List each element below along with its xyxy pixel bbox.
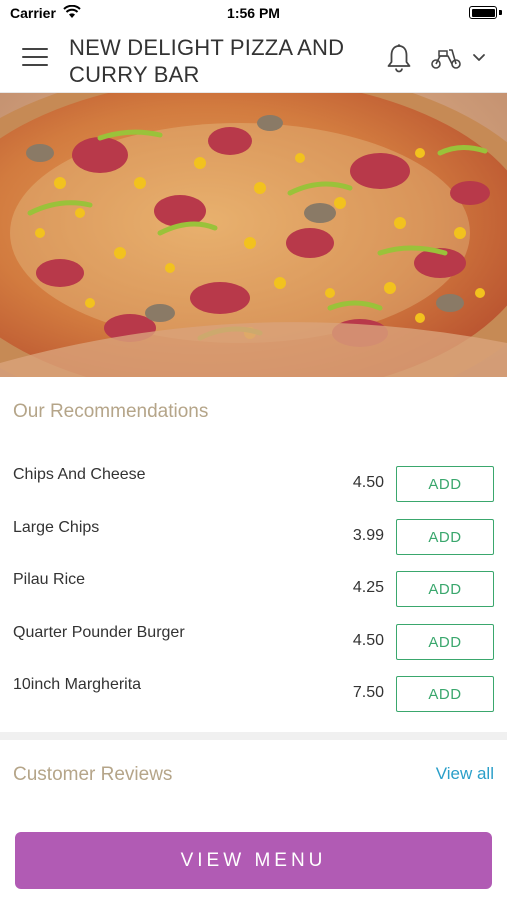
item-name: Chips And Cheese — [13, 466, 146, 483]
item-price: 4.25 — [352, 579, 384, 596]
app-header: NEW DELIGHT PIZZA AND CURRY BAR — [0, 26, 507, 93]
scooter-icon[interactable] — [430, 46, 462, 70]
reviews-title: Customer Reviews — [13, 764, 173, 785]
item-price: 3.99 — [352, 527, 384, 544]
recommendation-row: Large Chips 3.99 ADD — [0, 519, 507, 572]
recommendation-row: 10inch Margherita 7.50 ADD — [0, 676, 507, 729]
item-price: 7.50 — [352, 684, 384, 701]
item-price: 4.50 — [352, 474, 384, 491]
item-name: Large Chips — [13, 519, 100, 536]
item-name: Quarter Pounder Burger — [13, 624, 185, 641]
clock: 1:56 PM — [227, 5, 280, 21]
item-name: Pilau Rice — [13, 571, 86, 588]
item-price: 4.50 — [352, 632, 384, 649]
status-bar: Carrier 1:56 PM — [0, 0, 507, 26]
recommendation-row: Quarter Pounder Burger 4.50 ADD — [0, 624, 507, 677]
reviews-section: Customer Reviews View all — [0, 740, 507, 820]
add-button[interactable]: ADD — [396, 571, 494, 607]
chevron-down-icon[interactable] — [472, 52, 486, 64]
menu-icon[interactable] — [22, 48, 48, 68]
bell-icon[interactable] — [385, 43, 413, 73]
battery-icon — [469, 6, 497, 19]
add-button[interactable]: ADD — [396, 466, 494, 502]
recommendation-row: Chips And Cheese 4.50 ADD — [0, 466, 507, 519]
recommendations-title: Our Recommendations — [13, 401, 209, 422]
add-button[interactable]: ADD — [396, 676, 494, 712]
item-name: 10inch Margherita — [13, 676, 142, 693]
section-divider — [0, 732, 507, 740]
recommendation-row: Pilau Rice 4.25 ADD — [0, 571, 507, 624]
view-menu-button[interactable]: VIEW MENU — [15, 832, 492, 889]
hero-pizza-image — [0, 93, 507, 377]
pizza-illustration — [0, 93, 507, 377]
add-button[interactable]: ADD — [396, 624, 494, 660]
view-all-link[interactable]: View all — [436, 764, 494, 784]
restaurant-title: NEW DELIGHT PIZZA AND CURRY BAR — [69, 35, 345, 87]
battery-cap — [499, 10, 502, 15]
recommendations-section: Our Recommendations Chips And Cheese 4.5… — [0, 377, 507, 732]
add-button[interactable]: ADD — [396, 519, 494, 555]
